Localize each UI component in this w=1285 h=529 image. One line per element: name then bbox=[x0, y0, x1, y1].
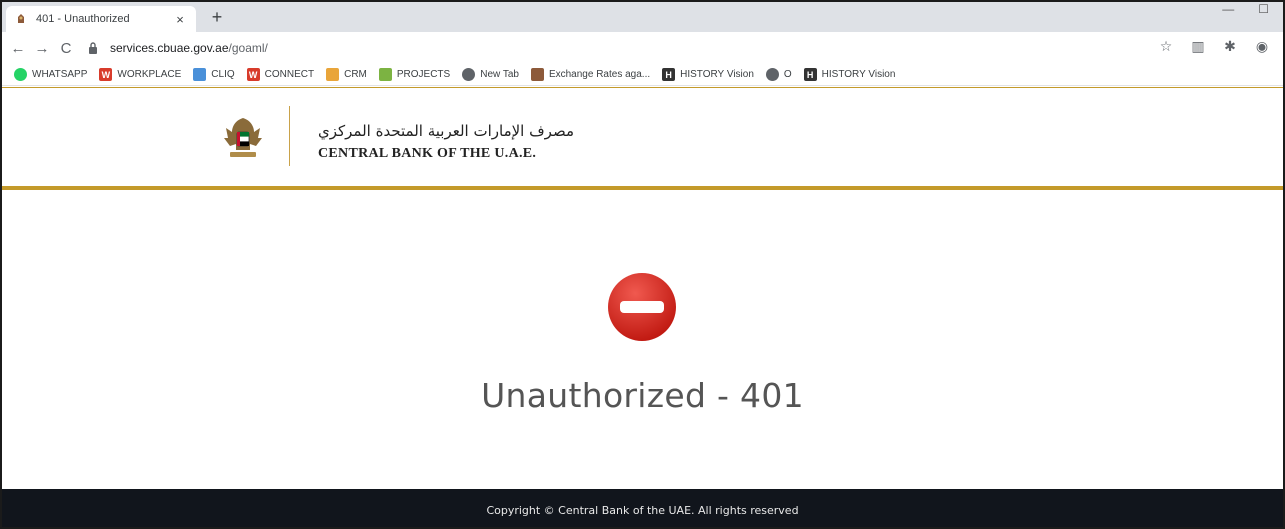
bookmark-label: WHATSAPP bbox=[32, 69, 88, 80]
copyright-text: Copyright © Central Bank of the UAE. All… bbox=[486, 503, 799, 517]
error-content: Unauthorized - 401 bbox=[2, 190, 1283, 489]
extension-icon[interactable]: ▥ bbox=[1189, 38, 1207, 55]
history-icon: H bbox=[803, 68, 817, 81]
bookmark-label: PROJECTS bbox=[396, 69, 451, 80]
url-text: services.cbuae.gov.ae/goaml/ bbox=[110, 41, 268, 55]
profile-icon[interactable]: ◉ bbox=[1253, 38, 1271, 55]
globe-icon bbox=[462, 68, 476, 81]
bookmark-item[interactable]: H HISTORY Vision bbox=[803, 68, 896, 81]
uae-emblem-icon bbox=[224, 118, 262, 157]
bank-name-arabic: مصرف الإمارات العربية المتحدة المركزي bbox=[318, 122, 574, 140]
browser-window: 401 - Unauthorized × + — ☐ ← → C service… bbox=[0, 0, 1285, 529]
bookmark-label: HISTORY Vision bbox=[821, 69, 896, 80]
globe-icon bbox=[765, 68, 779, 81]
bookmark-label: Exchange Rates aga... bbox=[548, 69, 651, 80]
bookmark-label: CONNECT bbox=[264, 69, 315, 80]
bookmark-item[interactable]: W CONNECT bbox=[246, 68, 315, 81]
back-arrow-icon[interactable]: ← bbox=[6, 40, 30, 57]
connect-icon: W bbox=[246, 68, 260, 81]
bookmark-item[interactable]: CRM bbox=[326, 68, 367, 81]
tab-strip: 401 - Unauthorized × + — ☐ bbox=[2, 2, 1283, 32]
minimize-icon[interactable]: — bbox=[1222, 2, 1234, 16]
site-footer: Copyright © Central Bank of the UAE. All… bbox=[2, 489, 1283, 527]
bookmark-item[interactable]: H HISTORY Vision bbox=[662, 68, 754, 81]
history-icon: H bbox=[662, 68, 676, 81]
url-host: services.cbuae.gov.ae bbox=[110, 41, 229, 55]
lock-icon[interactable] bbox=[88, 42, 100, 54]
bookmark-label: CLIQ bbox=[211, 69, 235, 80]
new-tab-button[interactable]: + bbox=[206, 6, 228, 28]
error-title: Unauthorized - 401 bbox=[481, 376, 804, 415]
tab-title: 401 - Unauthorized bbox=[36, 13, 130, 25]
browser-toolbar: ← → C services.cbuae.gov.ae/goaml/ ☆ ▥ ✱… bbox=[2, 32, 1283, 64]
bookmark-label: New Tab bbox=[480, 69, 519, 80]
toolbar-right-icons: ☆ ▥ ✱ ◉ bbox=[1157, 38, 1271, 55]
tab-close-icon[interactable]: × bbox=[172, 12, 188, 27]
projects-icon bbox=[378, 68, 392, 81]
bookmark-item[interactable]: New Tab bbox=[462, 68, 519, 81]
bookmark-item[interactable]: CLIQ bbox=[193, 68, 235, 81]
maximize-icon[interactable]: ☐ bbox=[1258, 2, 1269, 16]
reload-icon[interactable]: C bbox=[54, 40, 78, 57]
cbuae-favicon-icon bbox=[530, 68, 544, 81]
bank-name-english: CENTRAL BANK OF THE U.A.E. bbox=[318, 146, 537, 161]
forward-arrow-icon[interactable]: → bbox=[30, 40, 54, 57]
cbuae-favicon-icon bbox=[14, 12, 28, 26]
bookmarks-bar: WHATSAPP W WORKPLACE CLIQ W CONNECT CRM PROJECT… bbox=[2, 64, 1283, 86]
bookmark-label: WORKPLACE bbox=[117, 69, 182, 80]
stop-icon bbox=[608, 273, 676, 341]
puzzle-icon[interactable]: ✱ bbox=[1221, 38, 1239, 55]
whatsapp-icon bbox=[14, 68, 27, 81]
bookmark-label: CRM bbox=[344, 69, 367, 80]
bookmark-label: O bbox=[783, 69, 792, 80]
site-header: مصرف الإمارات العربية المتحدة المركزي CE… bbox=[2, 87, 1283, 187]
workplace-icon: W bbox=[99, 68, 113, 81]
bookmark-item[interactable]: Exchange Rates aga... bbox=[530, 68, 651, 81]
bookmark-item[interactable]: WHATSAPP bbox=[14, 68, 87, 81]
header-divider bbox=[289, 106, 290, 166]
cliq-icon bbox=[193, 68, 207, 81]
crm-icon bbox=[326, 68, 340, 81]
address-bar[interactable]: services.cbuae.gov.ae/goaml/ bbox=[88, 37, 268, 59]
bookmark-item[interactable]: PROJECTS bbox=[378, 68, 451, 81]
bookmark-label: HISTORY Vision bbox=[680, 69, 754, 80]
browser-tab-active[interactable]: 401 - Unauthorized × bbox=[6, 6, 196, 32]
bookmark-star-icon[interactable]: ☆ bbox=[1157, 38, 1175, 55]
window-controls: — ☐ bbox=[1222, 2, 1269, 16]
bookmark-item[interactable]: O bbox=[765, 68, 792, 81]
bookmark-item[interactable]: W WORKPLACE bbox=[99, 68, 181, 81]
url-path: /goaml/ bbox=[228, 41, 268, 55]
